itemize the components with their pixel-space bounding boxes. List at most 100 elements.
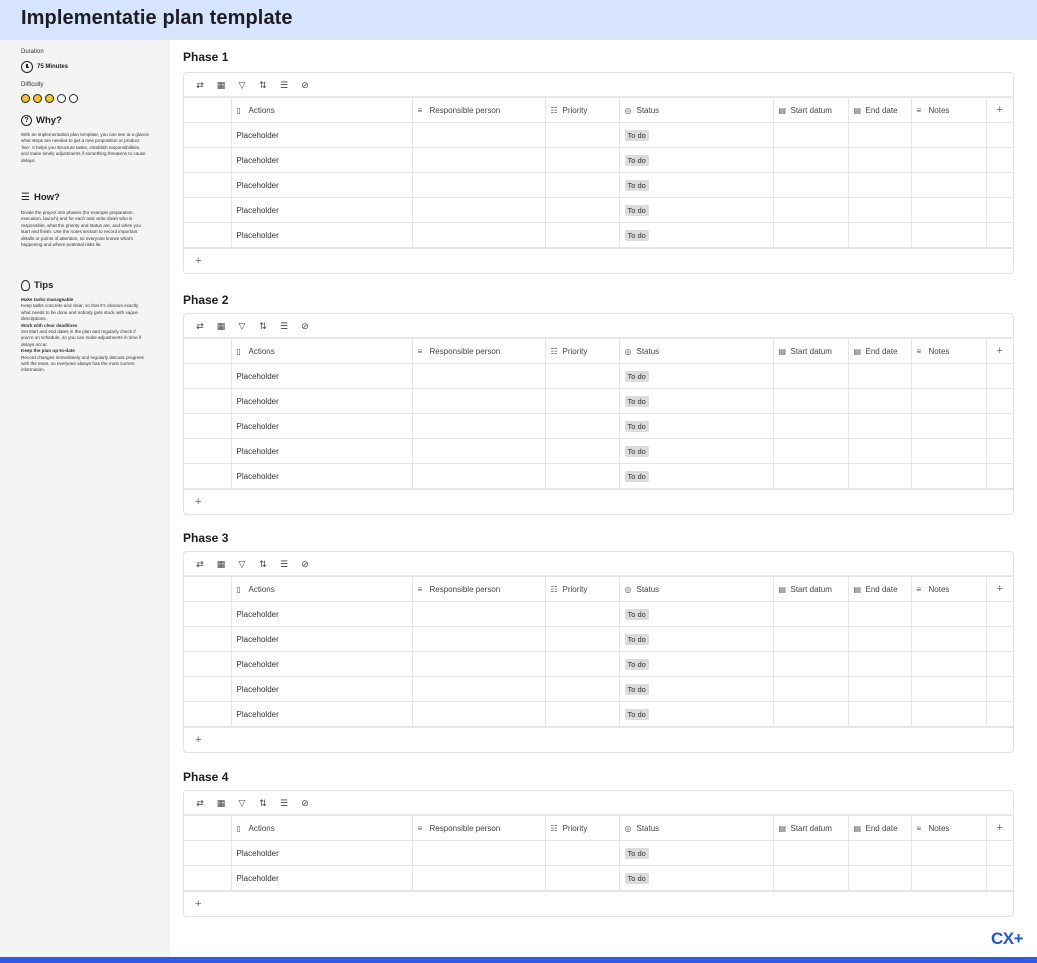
empty-cell[interactable]	[411, 701, 546, 727]
action-cell[interactable]: Placeholder	[230, 438, 413, 464]
empty-cell[interactable]	[910, 147, 987, 173]
column-header[interactable]: ≡ Notes	[910, 576, 987, 602]
status-cell[interactable]: To do	[618, 122, 774, 148]
table-row[interactable]: Placeholder To do	[184, 438, 1013, 464]
status-cell[interactable]: To do	[618, 197, 774, 223]
column-header[interactable]: ≡ Notes	[910, 815, 987, 841]
column-header[interactable]: ▤ Start datum	[772, 815, 849, 841]
filter-icon[interactable]: ▽	[237, 559, 247, 569]
group-icon[interactable]: ☰	[279, 798, 289, 808]
empty-cell[interactable]	[910, 222, 987, 248]
status-cell[interactable]: To do	[618, 701, 774, 727]
column-header[interactable]: ◎ Status	[618, 338, 774, 364]
row-handle-cell[interactable]	[184, 701, 232, 727]
empty-cell[interactable]	[847, 601, 912, 627]
empty-cell[interactable]	[411, 626, 546, 652]
empty-cell[interactable]	[910, 651, 987, 677]
layout-icon[interactable]: ▦	[216, 80, 226, 90]
row-handle-cell[interactable]	[184, 197, 232, 223]
row-handle-cell[interactable]	[184, 626, 232, 652]
table-row[interactable]: Placeholder To do	[184, 172, 1013, 198]
empty-cell[interactable]	[847, 701, 912, 727]
row-handle-cell[interactable]	[184, 222, 232, 248]
empty-cell[interactable]	[910, 676, 987, 702]
action-cell[interactable]: Placeholder	[230, 197, 413, 223]
column-header[interactable]: ≡ Responsible person	[411, 338, 546, 364]
add-row-button[interactable]: +	[184, 489, 1013, 514]
column-header[interactable]: ≡ Responsible person	[411, 97, 546, 123]
hide-fields-icon[interactable]: ⊘	[300, 798, 310, 808]
column-header[interactable]: ◎ Status	[618, 97, 774, 123]
table-row[interactable]: Placeholder To do	[184, 865, 1013, 891]
row-handle-cell[interactable]	[184, 865, 232, 891]
empty-cell[interactable]	[847, 676, 912, 702]
table-row[interactable]: Placeholder To do	[184, 122, 1013, 148]
action-cell[interactable]: Placeholder	[230, 865, 413, 891]
empty-cell[interactable]	[772, 363, 849, 389]
status-cell[interactable]: To do	[618, 388, 774, 414]
hide-fields-icon[interactable]: ⊘	[300, 80, 310, 90]
sync-icon[interactable]: ⇄	[195, 321, 205, 331]
add-column-button[interactable]: +	[985, 815, 1013, 841]
empty-cell[interactable]	[772, 651, 849, 677]
column-header[interactable]: ≡ Notes	[910, 97, 987, 123]
column-header[interactable]: ▤ End date	[847, 576, 912, 602]
empty-cell[interactable]	[910, 438, 987, 464]
empty-cell[interactable]	[544, 413, 620, 439]
empty-cell[interactable]	[544, 865, 620, 891]
empty-cell[interactable]	[411, 147, 546, 173]
empty-cell[interactable]	[910, 122, 987, 148]
table-row[interactable]: Placeholder To do	[184, 147, 1013, 173]
sync-icon[interactable]: ⇄	[195, 559, 205, 569]
empty-cell[interactable]	[411, 222, 546, 248]
column-header[interactable]: ≡ Responsible person	[411, 815, 546, 841]
layout-icon[interactable]: ▦	[216, 559, 226, 569]
group-icon[interactable]: ☰	[279, 321, 289, 331]
row-handle-cell[interactable]	[184, 601, 232, 627]
empty-cell[interactable]	[847, 197, 912, 223]
status-cell[interactable]: To do	[618, 438, 774, 464]
action-cell[interactable]: Placeholder	[230, 601, 413, 627]
column-header[interactable]: ◎ Status	[618, 815, 774, 841]
empty-cell[interactable]	[544, 438, 620, 464]
action-cell[interactable]: Placeholder	[230, 651, 413, 677]
empty-cell[interactable]	[544, 197, 620, 223]
status-badge[interactable]: To do	[624, 445, 649, 457]
status-badge[interactable]: To do	[624, 847, 649, 859]
empty-cell[interactable]	[772, 601, 849, 627]
action-cell[interactable]: Placeholder	[230, 363, 413, 389]
empty-cell[interactable]	[847, 413, 912, 439]
empty-cell[interactable]	[847, 222, 912, 248]
column-header[interactable]: ☷ Priority	[544, 97, 620, 123]
empty-cell[interactable]	[910, 388, 987, 414]
layout-icon[interactable]: ▦	[216, 321, 226, 331]
column-header[interactable]: ▤ End date	[847, 338, 912, 364]
status-badge[interactable]: To do	[624, 470, 649, 482]
column-header[interactable]: ▤ End date	[847, 97, 912, 123]
empty-cell[interactable]	[847, 651, 912, 677]
empty-cell[interactable]	[772, 122, 849, 148]
action-cell[interactable]: Placeholder	[230, 413, 413, 439]
status-cell[interactable]: To do	[618, 676, 774, 702]
empty-cell[interactable]	[772, 701, 849, 727]
table-row[interactable]: Placeholder To do	[184, 222, 1013, 248]
status-badge[interactable]: To do	[624, 204, 649, 216]
empty-cell[interactable]	[910, 413, 987, 439]
action-cell[interactable]: Placeholder	[230, 840, 413, 866]
column-header[interactable]: ☷ Priority	[544, 576, 620, 602]
empty-cell[interactable]	[411, 676, 546, 702]
column-header[interactable]: ▯ Actions	[230, 97, 413, 123]
empty-cell[interactable]	[910, 701, 987, 727]
add-column-button[interactable]: +	[985, 338, 1013, 364]
empty-cell[interactable]	[772, 626, 849, 652]
column-header[interactable]: ▤ Start datum	[772, 97, 849, 123]
status-cell[interactable]: To do	[618, 840, 774, 866]
status-badge[interactable]: To do	[624, 658, 649, 670]
empty-cell[interactable]	[910, 197, 987, 223]
status-cell[interactable]: To do	[618, 147, 774, 173]
filter-icon[interactable]: ▽	[237, 80, 247, 90]
empty-cell[interactable]	[544, 463, 620, 489]
empty-cell[interactable]	[910, 865, 987, 891]
action-cell[interactable]: Placeholder	[230, 388, 413, 414]
empty-cell[interactable]	[772, 463, 849, 489]
